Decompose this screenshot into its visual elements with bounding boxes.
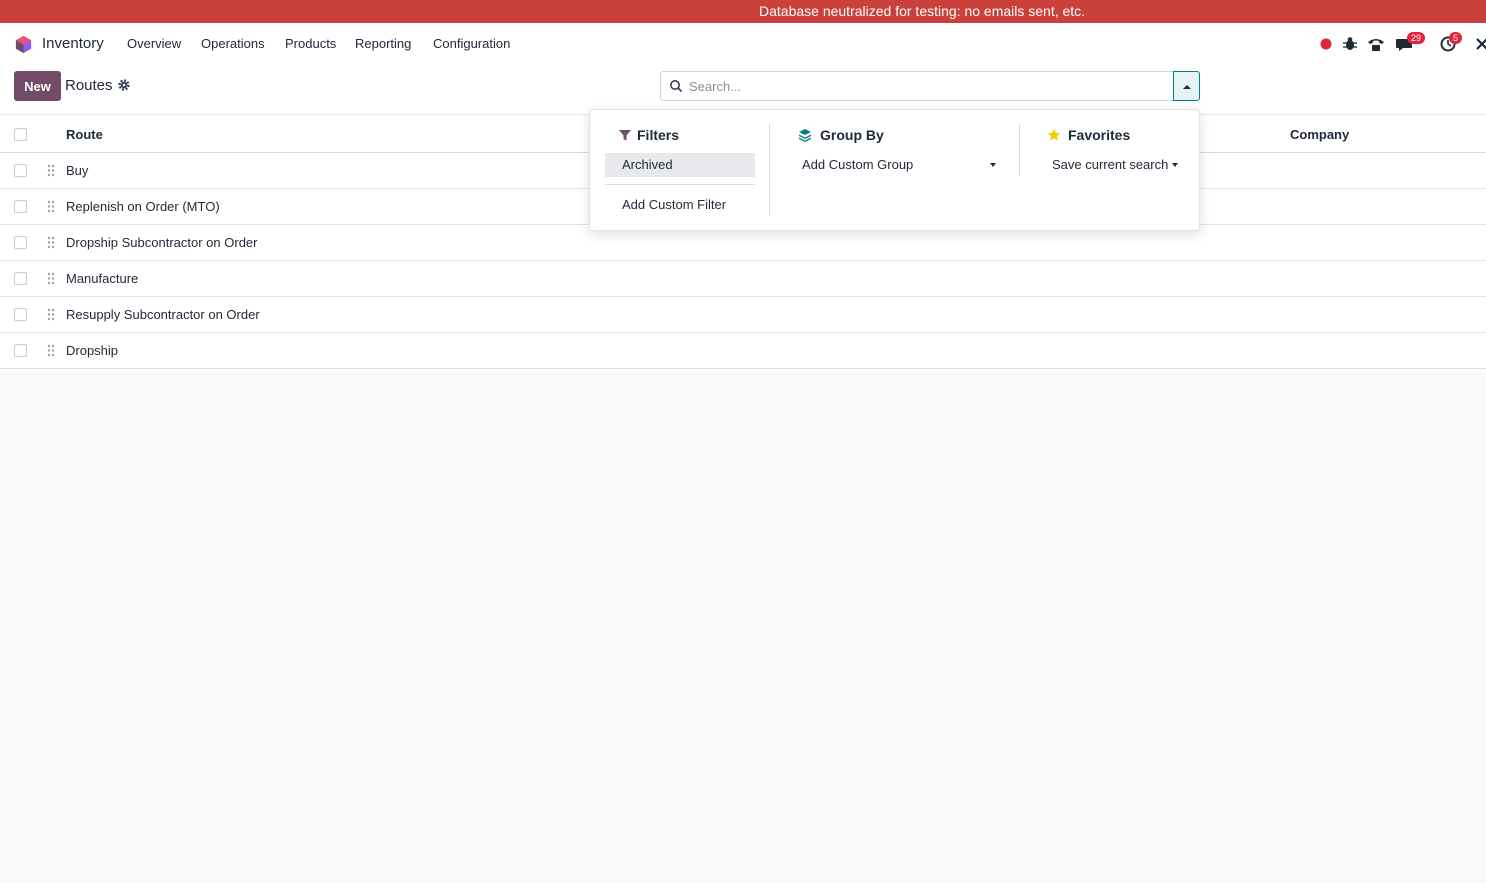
filters-title: Filters	[637, 127, 680, 143]
favorites-title: Favorites	[1068, 127, 1131, 143]
column-header-company[interactable]: Company	[1290, 127, 1349, 142]
save-current-search[interactable]: Save current search	[1052, 157, 1168, 172]
add-custom-filter[interactable]: Add Custom Filter	[622, 197, 726, 212]
gear-icon[interactable]	[117, 78, 131, 92]
search-panel-dropdown: Filters Archived Add Custom Filter Group…	[589, 109, 1200, 231]
route-name[interactable]: Replenish on Order (MTO)	[66, 199, 220, 214]
menu-configuration[interactable]: Configuration	[433, 36, 510, 51]
bug-icon[interactable]	[1340, 34, 1360, 54]
menu-overview[interactable]: Overview	[127, 36, 181, 51]
caret-down-icon[interactable]	[990, 163, 996, 167]
row-checkbox[interactable]	[14, 164, 27, 177]
column-divider	[1019, 124, 1020, 176]
table-row[interactable]: Resupply Subcontractor on Order	[0, 297, 1486, 333]
search-bar[interactable]	[660, 71, 1174, 101]
drag-handle-icon[interactable]	[47, 308, 55, 321]
add-custom-group-select[interactable]: Add Custom Group	[802, 157, 913, 172]
filters-divider	[605, 184, 755, 185]
route-name[interactable]: Buy	[66, 163, 88, 178]
drag-handle-icon[interactable]	[47, 272, 55, 285]
breadcrumb: Routes	[65, 77, 113, 94]
settings-tools-icon[interactable]	[1472, 34, 1486, 54]
new-button[interactable]: New	[14, 71, 61, 101]
row-checkbox[interactable]	[14, 236, 27, 249]
app-name[interactable]: Inventory	[42, 35, 104, 52]
column-header-route[interactable]: Route	[66, 127, 103, 142]
filter-archived[interactable]: Archived	[622, 157, 673, 172]
search-icon	[670, 80, 683, 93]
select-all-checkbox[interactable]	[14, 128, 27, 141]
banner-text: Database neutralized for testing: no ema…	[759, 3, 1086, 19]
search-input[interactable]	[689, 77, 1159, 95]
inventory-app-icon[interactable]	[14, 35, 33, 54]
group-by-title: Group By	[820, 127, 884, 143]
layers-icon	[799, 129, 811, 142]
messages-badge: 29	[1407, 32, 1426, 44]
drag-handle-icon[interactable]	[47, 164, 55, 177]
row-checkbox[interactable]	[14, 272, 27, 285]
route-name[interactable]: Dropship Subcontractor on Order	[66, 235, 257, 250]
search-panel-toggle-button[interactable]	[1173, 71, 1200, 101]
menu-products[interactable]: Products	[285, 36, 336, 51]
row-checkbox[interactable]	[14, 344, 27, 357]
filter-icon	[619, 130, 631, 141]
phone-icon[interactable]	[1366, 34, 1386, 54]
table-row[interactable]: Dropship	[0, 333, 1486, 369]
activities-badge: 5	[1449, 32, 1463, 44]
column-divider	[769, 124, 770, 216]
caret-down-icon[interactable]	[1172, 163, 1178, 167]
row-checkbox[interactable]	[14, 308, 27, 321]
row-checkbox[interactable]	[14, 200, 27, 213]
star-icon	[1047, 128, 1061, 141]
top-navbar: Inventory Overview Operations Products R…	[0, 23, 1486, 64]
drag-handle-icon[interactable]	[47, 236, 55, 249]
menu-reporting[interactable]: Reporting	[355, 36, 411, 51]
route-name[interactable]: Dropship	[66, 343, 118, 358]
recording-dot-icon[interactable]	[1316, 34, 1336, 54]
menu-operations[interactable]: Operations	[201, 36, 265, 51]
neutralized-banner: Database neutralized for testing: no ema…	[0, 0, 1486, 23]
control-panel: New Routes	[0, 64, 1486, 115]
drag-handle-icon[interactable]	[47, 200, 55, 213]
route-name[interactable]: Resupply Subcontractor on Order	[66, 307, 260, 322]
drag-handle-icon[interactable]	[47, 344, 55, 357]
caret-up-icon	[1183, 85, 1191, 89]
route-name[interactable]: Manufacture	[66, 271, 138, 286]
table-row[interactable]: Manufacture	[0, 261, 1486, 297]
